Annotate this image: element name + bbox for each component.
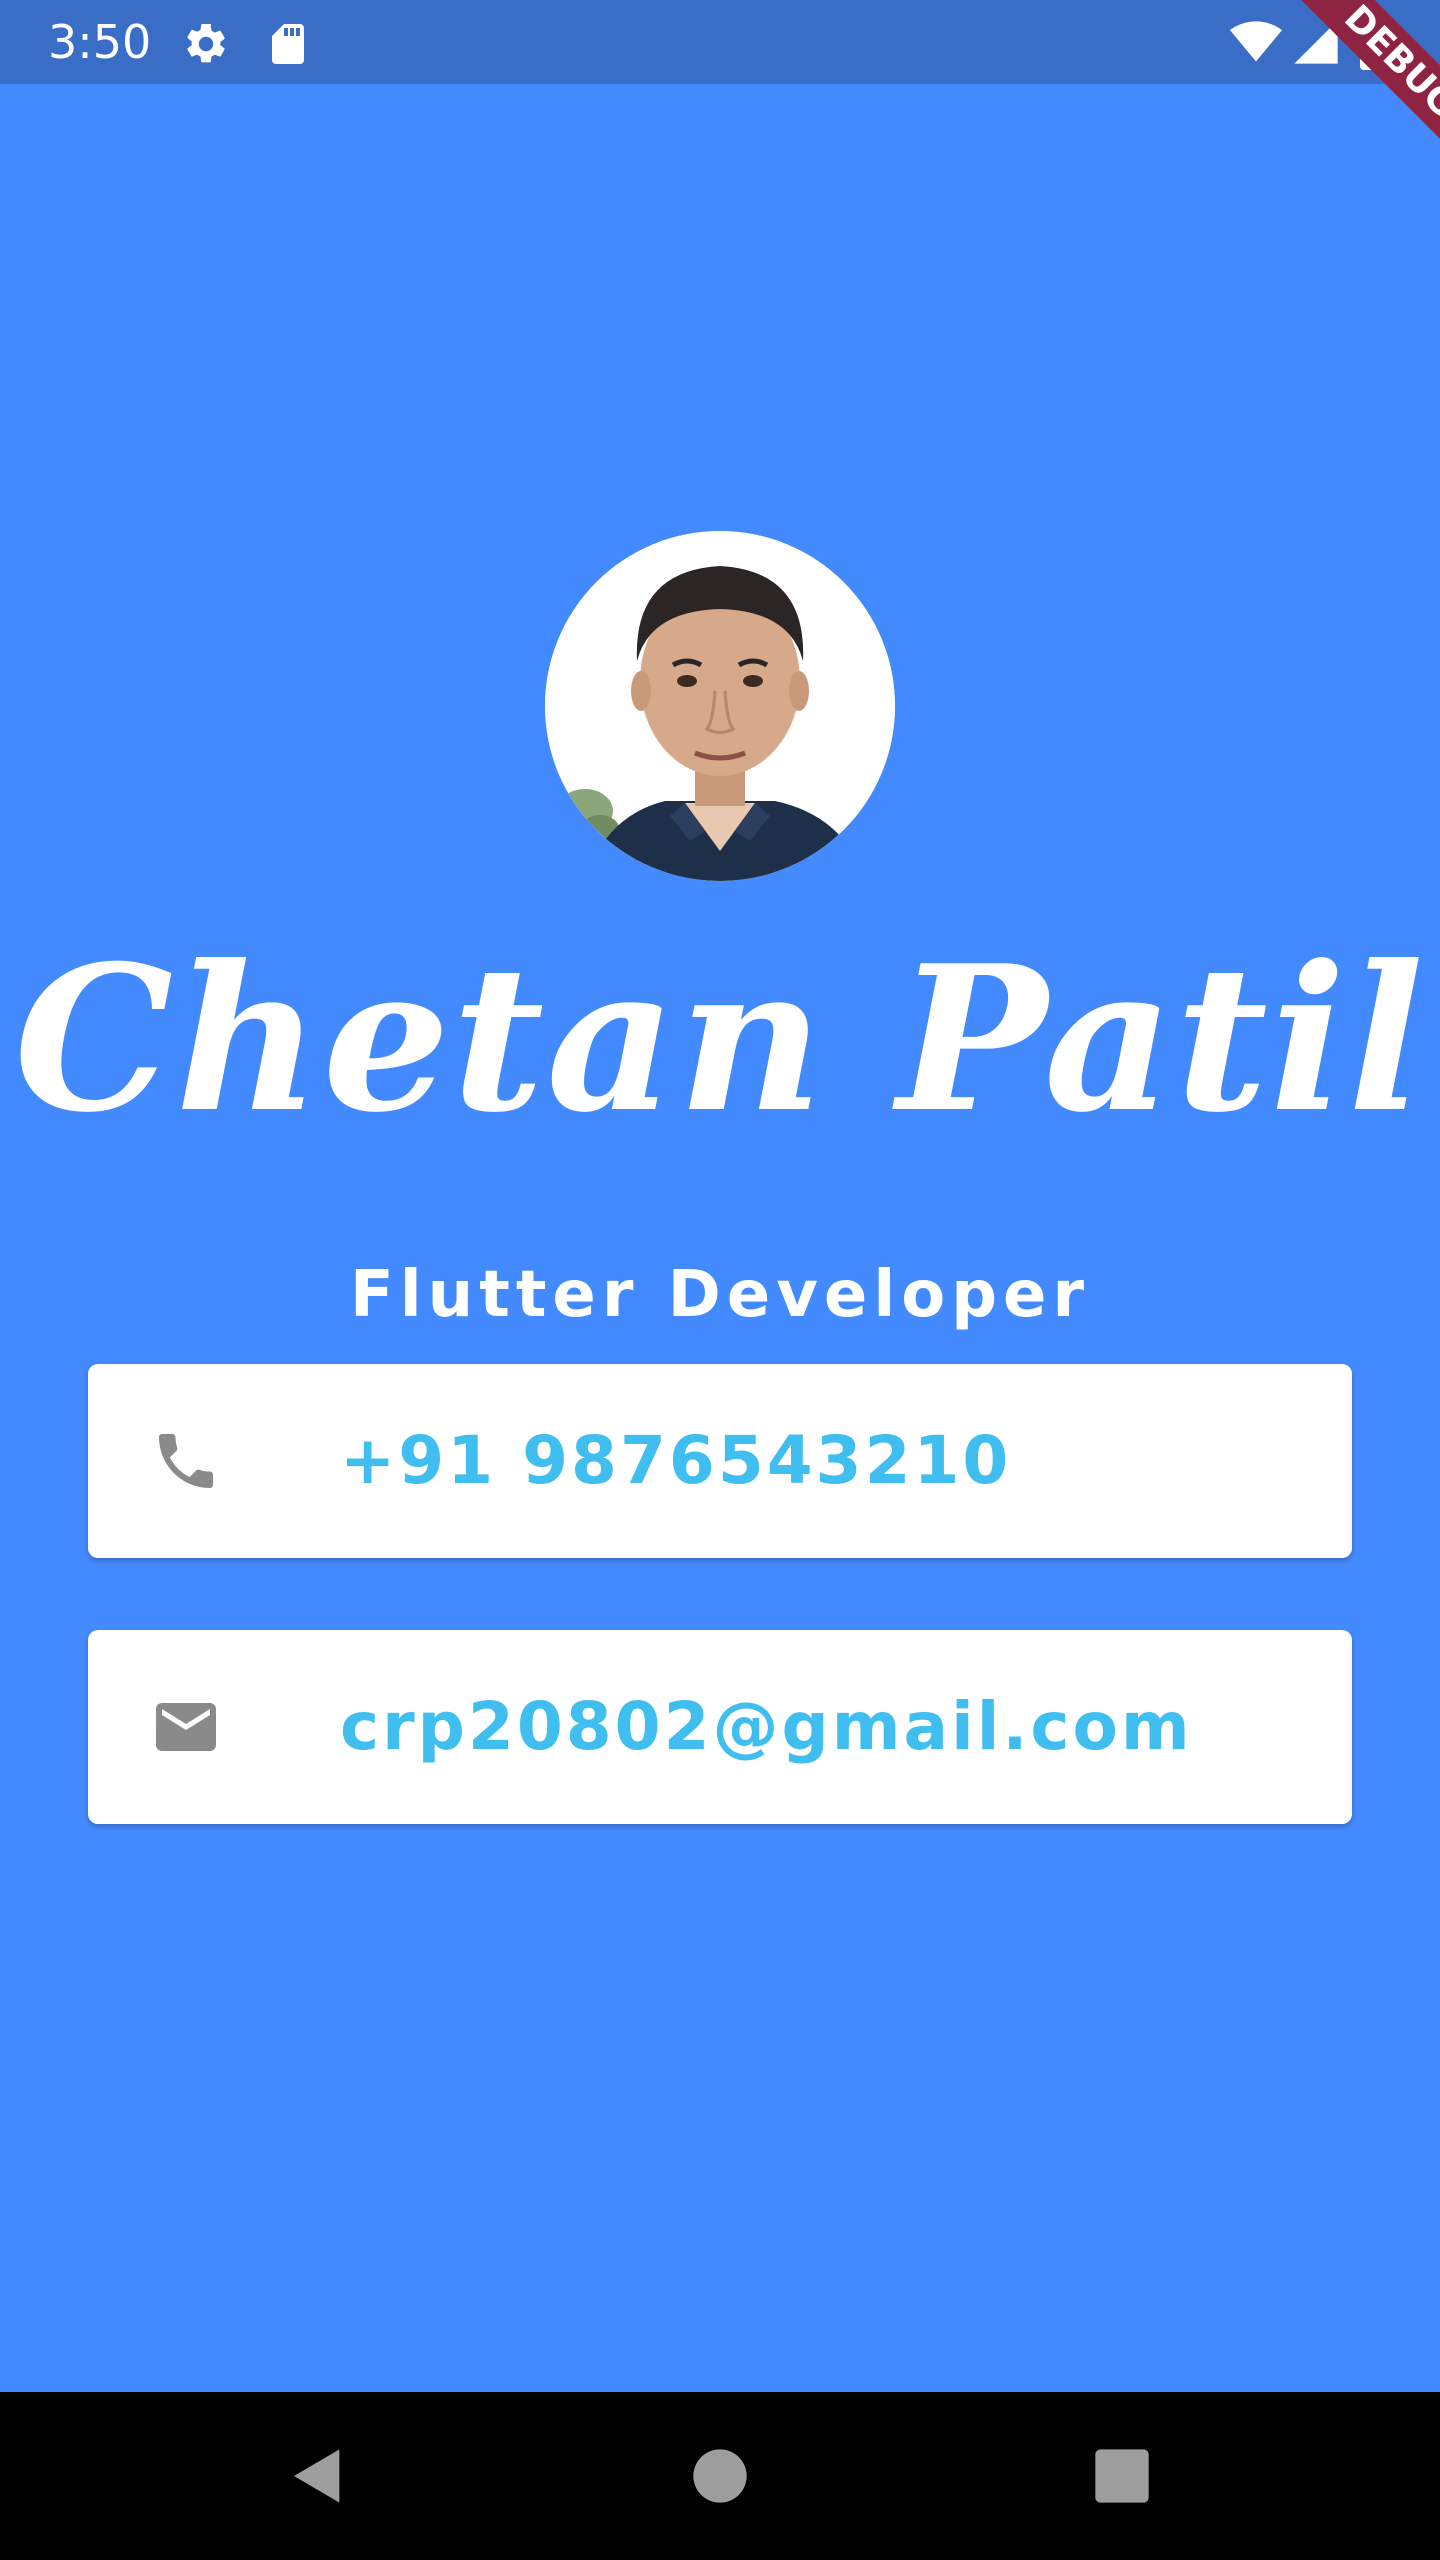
status-bar: 3:50 (0, 0, 1440, 84)
phone-icon (159, 1434, 213, 1488)
profile-title: Flutter Developer (350, 1258, 1090, 1332)
profile-photo (545, 531, 895, 881)
status-time: 3:50 (48, 15, 152, 69)
avatar (545, 531, 895, 881)
phone-card[interactable]: +91 9876543210 (88, 1364, 1352, 1558)
wifi-icon (1230, 21, 1282, 62)
back-icon[interactable] (286, 2444, 350, 2508)
home-icon[interactable] (688, 2444, 752, 2508)
navigation-bar (0, 2392, 1440, 2560)
sd-card-icon (272, 24, 304, 64)
mail-icon (156, 1703, 216, 1751)
email-card[interactable]: crp20802@gmail.com (88, 1630, 1352, 1824)
phone-number: +91 9876543210 (340, 1422, 1012, 1499)
recents-icon[interactable] (1090, 2444, 1154, 2508)
settings-icon (187, 23, 225, 63)
email-address: crp20802@gmail.com (340, 1688, 1193, 1765)
profile-name: Chetan Patil (14, 922, 1426, 1157)
